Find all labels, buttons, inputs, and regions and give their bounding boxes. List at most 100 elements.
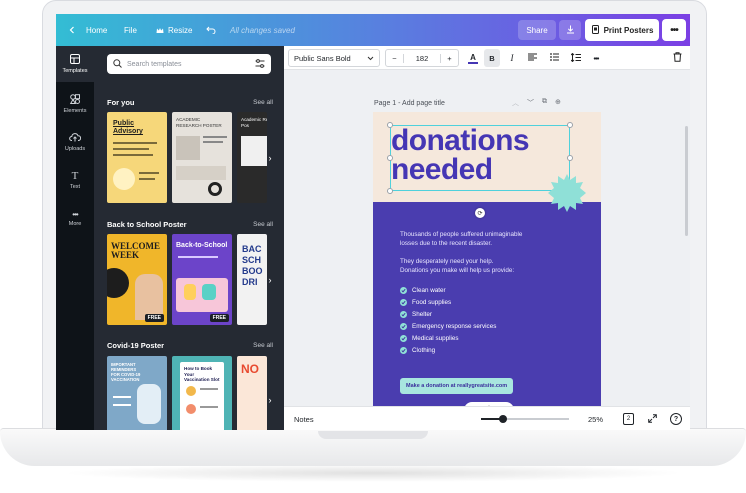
chevron-right-icon[interactable]: › xyxy=(264,272,276,288)
paragraph-2-line-2: Donations you make will help us provide: xyxy=(400,267,515,274)
resize-handle[interactable] xyxy=(567,122,573,128)
resize-button[interactable]: Resize xyxy=(156,14,192,46)
rail-item-text[interactable]: T Text xyxy=(56,162,94,198)
duplicate-page-icon[interactable]: ⧉ xyxy=(542,98,547,108)
spacing-button[interactable] xyxy=(568,49,584,67)
page-controls: ︿ ﹀ ⧉ ⊕ xyxy=(512,98,561,108)
list-button[interactable] xyxy=(546,49,562,67)
zoom-value[interactable]: 25% xyxy=(588,407,603,430)
zoom-slider-knob[interactable] xyxy=(499,415,507,423)
see-all-back-to-school[interactable]: See all xyxy=(253,221,273,228)
search-icon xyxy=(113,58,122,70)
check-icon xyxy=(400,287,407,294)
chevron-down-icon xyxy=(367,54,374,63)
laptop-shadow xyxy=(60,464,686,482)
home-button[interactable]: Home xyxy=(68,14,107,46)
file-label: File xyxy=(124,25,137,35)
add-page-icon[interactable]: ⊕ xyxy=(555,98,561,108)
check-icon xyxy=(400,311,407,318)
text-icon: T xyxy=(71,170,79,182)
search-templates-input[interactable]: Search templates xyxy=(107,54,271,74)
notes-button[interactable]: Notes xyxy=(294,407,314,430)
zoom-slider[interactable] xyxy=(481,415,569,423)
home-label: Home xyxy=(86,25,108,35)
chevron-left-icon xyxy=(68,26,76,34)
more-options-button[interactable]: ••• xyxy=(662,19,686,41)
chevron-right-icon[interactable]: › xyxy=(264,150,276,166)
resize-handle[interactable] xyxy=(387,122,393,128)
rail-item-templates[interactable]: Templates xyxy=(56,46,94,82)
font-family-select[interactable]: Public Sans Bold xyxy=(288,49,380,67)
side-rail: Templates Elements Uploads T Text ••• Mo… xyxy=(56,46,94,430)
font-size-increase[interactable]: + xyxy=(440,53,458,63)
italic-button[interactable]: I xyxy=(504,49,520,67)
help-button[interactable]: ? xyxy=(670,413,682,425)
template-card-covid-no[interactable]: NO xyxy=(237,356,267,430)
print-posters-button[interactable]: Print Posters xyxy=(585,19,659,41)
template-title: IMPORTANT REMINDERS FOR COVID-19 VACCINA… xyxy=(111,362,141,382)
crown-icon xyxy=(156,27,164,34)
resize-handle[interactable] xyxy=(387,188,393,194)
template-card-back-school-drive[interactable]: BAC SCH BOO DRI xyxy=(237,234,267,325)
rail-item-elements[interactable]: Elements xyxy=(56,86,94,122)
template-title: NO xyxy=(241,362,259,376)
delete-button[interactable] xyxy=(670,49,684,67)
template-card-covid-vaccination[interactable]: IMPORTANT REMINDERS FOR COVID-19 VACCINA… xyxy=(107,356,167,430)
chevron-down-icon[interactable]: ﹀ xyxy=(527,98,534,108)
page-count-button[interactable]: 2 xyxy=(623,413,634,425)
more-dots-icon: ••• xyxy=(593,53,600,63)
chevron-right-icon[interactable]: › xyxy=(264,392,276,408)
poster-canvas[interactable]: donations needed ⟳ Thousands of people s… xyxy=(373,112,601,418)
share-button[interactable]: Share xyxy=(518,20,556,40)
template-card-public-advisory[interactable]: Public Advisory xyxy=(107,112,167,203)
download-button[interactable] xyxy=(559,20,581,40)
vertical-scrollbar[interactable] xyxy=(685,126,688,236)
laptop-base xyxy=(0,428,746,466)
list-item: Emergency response services xyxy=(400,323,496,330)
rail-item-uploads[interactable]: Uploads xyxy=(56,124,94,160)
toolbar-more-button[interactable]: ••• xyxy=(588,49,604,67)
rotate-handle-icon[interactable]: ⟳ xyxy=(475,208,485,218)
template-card-academic-research-2[interactable]: Academic Research Pos xyxy=(237,112,267,203)
list-item: Medical supplies xyxy=(400,335,459,342)
resize-handle[interactable] xyxy=(387,155,393,161)
editor-area: Public Sans Bold − 182 + A B I ••• Page … xyxy=(284,46,690,430)
font-size-value[interactable]: 182 xyxy=(404,54,440,63)
font-size-stepper[interactable]: − 182 + xyxy=(385,49,459,67)
list-item-label: Shelter xyxy=(412,311,432,318)
rail-item-more[interactable]: ••• More xyxy=(56,200,94,236)
see-all-for-you[interactable]: See all xyxy=(253,99,273,106)
resize-handle[interactable] xyxy=(567,155,573,161)
text-color-swatch xyxy=(468,61,478,64)
template-card-academic-research[interactable]: ACADEMIC RESEARCH POSTER xyxy=(172,112,232,203)
bold-button[interactable]: B xyxy=(484,49,500,67)
section-title-for-you: For you xyxy=(107,98,135,107)
laptop-mockup: Home File Resize All changes saved Share… xyxy=(0,0,746,493)
fullscreen-button[interactable] xyxy=(646,413,658,425)
align-button[interactable] xyxy=(524,49,540,67)
rail-label-text: Text xyxy=(69,184,81,190)
file-menu[interactable]: File xyxy=(124,14,137,46)
chevron-up-icon[interactable]: ︿ xyxy=(512,98,519,108)
template-card-welcome-week[interactable]: WELCOME WEEK FREE xyxy=(107,234,167,325)
check-icon xyxy=(400,299,407,306)
undo-button[interactable] xyxy=(206,14,216,46)
more-dots-icon: ••• xyxy=(670,24,678,36)
printer-icon xyxy=(591,24,600,36)
template-title: How to Book Your Vaccination Slot xyxy=(184,366,220,382)
text-color-button[interactable]: A xyxy=(465,49,481,67)
filter-icon[interactable] xyxy=(255,58,265,70)
font-size-decrease[interactable]: − xyxy=(386,53,404,63)
template-card-back-to-school[interactable]: Back-to-School FREE xyxy=(172,234,232,325)
list-item: Shelter xyxy=(400,311,432,318)
rail-label-uploads: Uploads xyxy=(64,146,86,152)
page-count: 2 xyxy=(626,416,631,422)
rail-label-templates: Templates xyxy=(62,68,88,74)
selection-box[interactable] xyxy=(390,125,570,191)
see-all-covid[interactable]: See all xyxy=(253,342,273,349)
line-spacing-icon xyxy=(570,52,581,64)
template-card-book-vaccination[interactable]: How to Book Your Vaccination Slot FREE xyxy=(172,356,232,430)
poster-paragraph-2: They desperately need your help. Donatio… xyxy=(400,257,514,275)
check-icon xyxy=(400,347,407,354)
page-title-label[interactable]: Page 1 - Add page title xyxy=(374,100,445,107)
